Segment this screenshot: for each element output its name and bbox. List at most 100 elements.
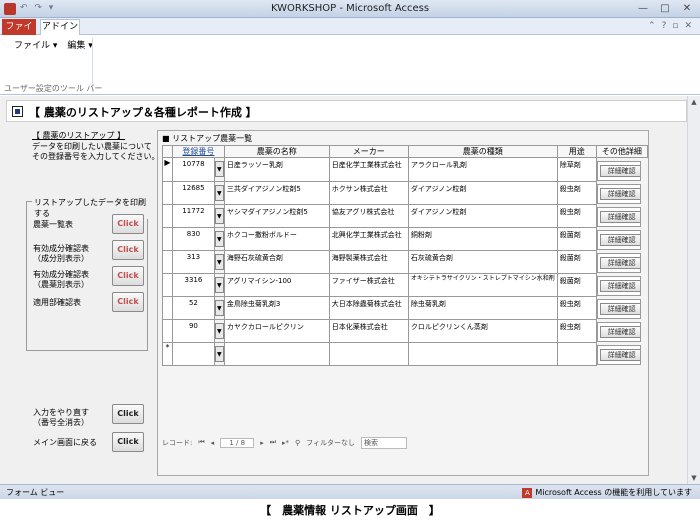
- reg-dropdown[interactable]: ▼: [213, 157, 225, 182]
- name-cell[interactable]: 日産ラッソー乳剤: [223, 157, 330, 182]
- detail-button[interactable]: 詳細確認: [599, 234, 640, 246]
- menu-edit[interactable]: 編集 ▾: [67, 38, 92, 51]
- header-reg-number[interactable]: 登録番号: [172, 145, 225, 158]
- maker-cell[interactable]: 日産化学工業株式会社: [328, 157, 409, 182]
- maker-cell[interactable]: 協友アグリ株式会社: [328, 203, 409, 228]
- reg-number-cell[interactable]: 313: [172, 249, 215, 274]
- use-cell[interactable]: 除草剤: [556, 157, 597, 182]
- new-record-icon[interactable]: ▸*: [282, 439, 289, 447]
- name-cell[interactable]: 金鳥除虫菊乳剤3: [223, 295, 330, 320]
- name-cell[interactable]: アグリマイシン-100: [223, 272, 330, 297]
- dropdown-arrow-icon[interactable]: ▼: [215, 184, 224, 201]
- detail-button[interactable]: 詳細確認: [599, 165, 640, 177]
- use-cell[interactable]: 殺虫剤: [556, 180, 597, 205]
- print-list-button[interactable]: Click: [112, 214, 144, 234]
- maker-cell[interactable]: 海野製薬株式会社: [328, 249, 409, 274]
- filter-status[interactable]: フィルターなし: [306, 438, 355, 448]
- new-row-cell[interactable]: [328, 341, 409, 366]
- print-component-button[interactable]: Click: [112, 240, 144, 260]
- next-record-icon[interactable]: ▸: [260, 439, 264, 447]
- new-row-cell[interactable]: [407, 341, 558, 366]
- reg-number-cell[interactable]: 10778: [172, 157, 215, 182]
- back-button[interactable]: Click: [112, 432, 144, 452]
- reg-number-cell[interactable]: 90: [172, 318, 215, 343]
- close-icon[interactable]: ✕: [684, 21, 692, 31]
- dropdown-arrow-icon[interactable]: ▼: [215, 299, 224, 316]
- type-cell[interactable]: 除虫菊乳剤: [407, 295, 558, 320]
- use-cell[interactable]: 殺菌剤: [556, 249, 597, 274]
- close-icon[interactable]: ✕: [680, 3, 694, 14]
- row-selector[interactable]: [162, 203, 173, 228]
- reg-dropdown[interactable]: ▼: [213, 180, 225, 205]
- name-cell[interactable]: カヤクカロールピクリン: [223, 318, 330, 343]
- detail-button[interactable]: 詳細確認: [599, 257, 640, 269]
- maker-cell[interactable]: ファイザー株式会社: [328, 272, 409, 297]
- detail-cell[interactable]: 詳細確認: [596, 322, 641, 342]
- row-selector[interactable]: [162, 295, 173, 320]
- minimize-icon[interactable]: —: [636, 3, 650, 14]
- use-cell[interactable]: 殺虫剤: [556, 203, 597, 228]
- detail-cell[interactable]: 詳細確認: [596, 299, 641, 319]
- row-selector[interactable]: [162, 249, 173, 274]
- maker-cell[interactable]: 大日本除蟲菊株式会社: [328, 295, 409, 320]
- dropdown-arrow-icon[interactable]: ▼: [215, 253, 224, 270]
- detail-button[interactable]: 詳細確認: [599, 188, 640, 200]
- detail-cell[interactable]: 詳細確認: [596, 161, 641, 181]
- dropdown-arrow-icon[interactable]: ▼: [215, 322, 224, 339]
- new-row-cell[interactable]: [223, 341, 330, 366]
- detail-cell[interactable]: 詳細確認: [596, 207, 641, 227]
- name-cell[interactable]: 海野石灰硫黄合剤: [223, 249, 330, 274]
- print-pesticide-button[interactable]: Click: [112, 266, 144, 286]
- maximize-icon[interactable]: □: [658, 3, 672, 14]
- type-cell[interactable]: クロルピクリンくん蒸剤: [407, 318, 558, 343]
- reset-button[interactable]: Click: [112, 404, 144, 424]
- filter-icon[interactable]: ⚲: [295, 439, 300, 447]
- reg-number-cell[interactable]: 12685: [172, 180, 215, 205]
- maker-cell[interactable]: 日本化薬株式会社: [328, 318, 409, 343]
- detail-button[interactable]: 詳細確認: [599, 326, 640, 338]
- reg-number-cell[interactable]: 3316: [172, 272, 215, 297]
- dropdown-arrow-icon[interactable]: ▼: [215, 207, 224, 224]
- new-record-row[interactable]: * ▼ 詳細確認: [162, 341, 648, 366]
- type-cell[interactable]: オキシテトラサイクリン・ストレプトマイシン水和剤: [407, 272, 558, 297]
- row-selector[interactable]: ▶: [162, 157, 173, 182]
- reg-dropdown[interactable]: ▼: [213, 226, 225, 251]
- reg-dropdown[interactable]: ▼: [213, 295, 225, 320]
- new-row-cell[interactable]: [172, 341, 215, 366]
- reg-dropdown[interactable]: ▼: [213, 272, 225, 297]
- restore-icon[interactable]: ▫: [672, 21, 678, 31]
- detail-button[interactable]: 詳細確認: [599, 349, 640, 361]
- dropdown-arrow-icon[interactable]: ▼: [215, 276, 224, 293]
- new-row-cell[interactable]: ▼: [213, 341, 225, 366]
- type-cell[interactable]: 銅粉剤: [407, 226, 558, 251]
- detail-cell[interactable]: 詳細確認: [596, 230, 641, 250]
- search-input[interactable]: 検索: [361, 436, 408, 449]
- new-row-cell[interactable]: [556, 341, 597, 366]
- use-cell[interactable]: 殺菌剤: [556, 272, 597, 297]
- detail-button[interactable]: 詳細確認: [599, 211, 640, 223]
- detail-button[interactable]: 詳細確認: [599, 303, 640, 315]
- dropdown-arrow-icon[interactable]: ▼: [215, 230, 224, 247]
- type-cell[interactable]: 石灰硫黄合剤: [407, 249, 558, 274]
- type-cell[interactable]: ダイアジノン粒剤: [407, 203, 558, 228]
- use-cell[interactable]: 殺虫剤: [556, 295, 597, 320]
- reg-number-cell[interactable]: 52: [172, 295, 215, 320]
- menu-file[interactable]: ファイル ▾: [14, 38, 57, 51]
- scroll-down-icon[interactable]: ▼: [688, 472, 700, 484]
- detail-cell[interactable]: 詳細確認: [596, 184, 641, 204]
- row-selector[interactable]: [162, 180, 173, 205]
- first-record-icon[interactable]: ⏮: [198, 438, 204, 447]
- record-position[interactable]: 1 / 8: [220, 437, 255, 448]
- dropdown-arrow-icon[interactable]: ▼: [215, 161, 224, 178]
- name-cell[interactable]: ホクコー撒粉ボルドー: [223, 226, 330, 251]
- print-application-button[interactable]: Click: [112, 292, 144, 312]
- name-cell[interactable]: ヤシマダイアジノン粒剤5: [223, 203, 330, 228]
- reg-number-cell[interactable]: 11772: [172, 203, 215, 228]
- dropdown-arrow-icon[interactable]: ▼: [215, 345, 224, 362]
- use-cell[interactable]: 殺虫剤: [556, 318, 597, 343]
- detail-cell[interactable]: 詳細確認: [596, 276, 641, 296]
- new-row-marker[interactable]: *: [162, 341, 173, 366]
- maker-cell[interactable]: 北興化学工業株式会社: [328, 226, 409, 251]
- tab-file[interactable]: ファイル: [2, 19, 36, 48]
- row-selector[interactable]: [162, 226, 173, 251]
